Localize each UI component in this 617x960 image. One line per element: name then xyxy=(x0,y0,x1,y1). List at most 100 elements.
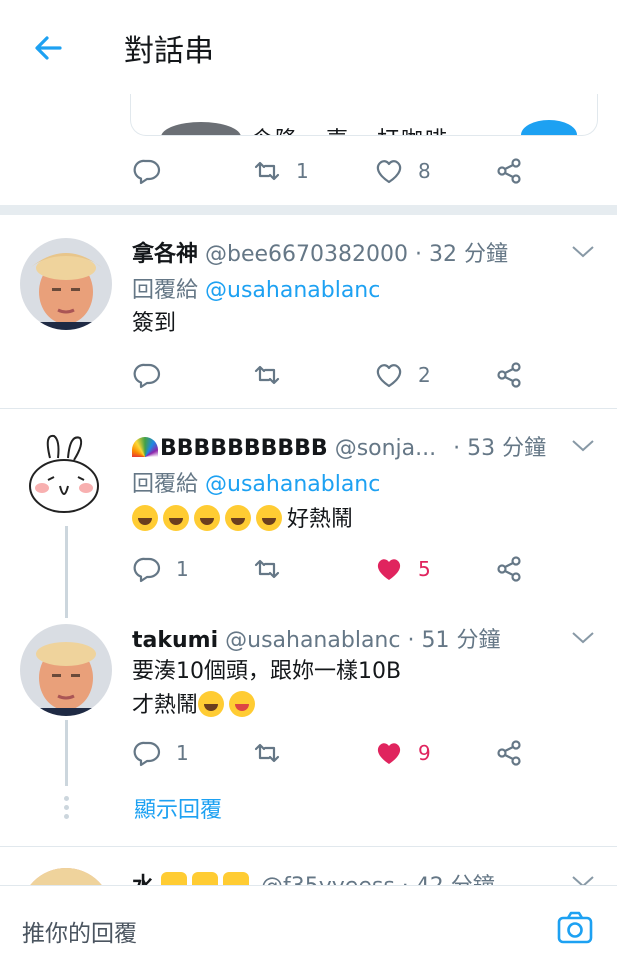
reply-button[interactable] xyxy=(132,358,162,392)
reply-button[interactable] xyxy=(132,154,162,188)
heart-icon xyxy=(376,160,402,184)
share-icon xyxy=(497,740,521,766)
share-icon xyxy=(497,362,521,388)
avatar-image xyxy=(20,238,112,330)
tweet-header: BBBBBBBBBB @sonja... · 53 分鐘 xyxy=(132,430,546,462)
like-button[interactable]: 9 xyxy=(374,736,431,770)
share-button[interactable] xyxy=(494,358,524,392)
tweet-text-line1: 要湊10個頭，跟妳一樣10B xyxy=(132,659,402,684)
tweet-body-line2: 才熱鬧 xyxy=(132,688,260,724)
reply-icon xyxy=(133,363,161,389)
reply-mention-link[interactable]: @usahanablanc xyxy=(205,278,380,303)
reply-button[interactable]: 1 xyxy=(132,552,189,586)
reply-context: 回覆給 @usahanablanc xyxy=(132,272,380,304)
tweet-actions: 1 8 xyxy=(132,154,532,188)
reply-mention-link[interactable]: @usahanablanc xyxy=(205,472,380,497)
tweet-text: 簽到 xyxy=(132,311,177,336)
display-name[interactable]: takumi xyxy=(132,628,218,653)
user-handle[interactable]: @bee6670382000 xyxy=(205,242,408,267)
user-handle[interactable]: @sonja... xyxy=(335,436,436,461)
retweet-button[interactable] xyxy=(252,552,282,586)
reply-count: 1 xyxy=(176,557,189,581)
timestamp: · 32 分鐘 xyxy=(415,242,509,267)
chevron-down-icon[interactable] xyxy=(570,242,596,260)
arrow-left-icon[interactable] xyxy=(30,30,66,66)
avatar xyxy=(521,120,577,135)
reply-icon xyxy=(133,159,161,185)
tweet-actions: 1 9 xyxy=(132,736,532,770)
retweet-icon xyxy=(254,743,280,763)
tweet-partial: 水 @f35yyeess · 42 分鐘 xyxy=(0,848,617,888)
thread-connector xyxy=(65,526,68,618)
heart-icon xyxy=(376,364,402,388)
heart-filled-icon xyxy=(377,559,401,580)
avatar[interactable] xyxy=(20,430,112,522)
timestamp: · 51 分鐘 xyxy=(407,628,501,653)
thread-connector xyxy=(65,720,68,786)
tweet-divider xyxy=(0,846,617,847)
laughing-emoji-icon xyxy=(225,505,251,531)
retweet-count: 1 xyxy=(296,159,309,183)
avatar-image xyxy=(20,624,112,716)
display-name[interactable]: BBBBBBBBBB xyxy=(132,436,328,461)
share-button[interactable] xyxy=(494,736,524,770)
retweet-button[interactable] xyxy=(252,736,282,770)
retweet-button[interactable] xyxy=(252,358,282,392)
share-button[interactable] xyxy=(494,154,524,188)
show-replies-link[interactable]: 顯示回覆 xyxy=(134,792,222,824)
reply-context: 回覆給 @usahanablanc xyxy=(132,466,380,498)
tweet-actions: 2 xyxy=(132,358,532,392)
user-handle[interactable]: @usahanablanc xyxy=(225,628,400,653)
tweet-body: 好熱鬧 xyxy=(132,502,353,538)
like-count: 2 xyxy=(418,363,431,387)
retweet-icon xyxy=(254,161,280,181)
top-bar: 對話串 xyxy=(0,0,617,94)
tweet-actions: 1 5 xyxy=(132,552,532,586)
reply-icon xyxy=(133,741,161,767)
reply-prefix: 回覆給 xyxy=(132,472,199,497)
like-count: 5 xyxy=(418,557,431,581)
retweet-button[interactable]: 1 xyxy=(252,154,309,188)
display-name[interactable]: 拿各神 xyxy=(132,242,198,267)
chevron-down-icon[interactable] xyxy=(570,628,596,646)
bunny-avatar-image xyxy=(20,430,112,522)
chevron-down-icon[interactable] xyxy=(570,436,596,454)
avatar xyxy=(161,122,241,135)
tongue-emoji-icon xyxy=(229,691,256,717)
thread-more-dots xyxy=(64,796,69,823)
avatar[interactable] xyxy=(20,624,112,716)
page-title: 對話串 xyxy=(124,34,214,69)
display-name-text: BBBBBBBBBB xyxy=(160,436,328,461)
retweet-icon xyxy=(254,559,280,579)
reply-icon xyxy=(133,557,161,583)
like-button[interactable]: 8 xyxy=(374,154,431,188)
like-count: 8 xyxy=(418,159,431,183)
share-icon xyxy=(497,556,521,582)
laughing-emoji-icon xyxy=(132,505,158,531)
tweet-text-line2: 才熱鬧 xyxy=(132,693,199,718)
like-count: 9 xyxy=(418,741,431,765)
laughing-emoji-icon xyxy=(256,505,282,531)
reply-input-placeholder[interactable]: 推你的回覆 xyxy=(22,914,137,948)
share-button[interactable] xyxy=(494,552,524,586)
like-button[interactable]: 2 xyxy=(374,358,431,392)
laughing-emoji-icon xyxy=(194,505,220,531)
share-icon xyxy=(497,158,521,184)
laughing-emoji-icon xyxy=(163,505,189,531)
camera-icon[interactable] xyxy=(556,910,594,946)
section-divider xyxy=(0,205,617,215)
tweet-text: 好熱鬧 xyxy=(287,507,354,532)
tweet-divider xyxy=(0,408,617,409)
tweet-header: takumi @usahanablanc · 51 分鐘 xyxy=(132,622,500,654)
reply-composer[interactable]: 推你的回覆 xyxy=(0,885,617,960)
avatar[interactable] xyxy=(20,238,112,330)
reply-prefix: 回覆給 xyxy=(132,278,199,303)
reply-button[interactable]: 1 xyxy=(132,736,189,770)
retweet-icon xyxy=(254,365,280,385)
timestamp: · 53 分鐘 xyxy=(453,436,547,461)
tweet-header: 拿各神 @bee6670382000 · 32 分鐘 xyxy=(132,236,508,268)
reply-count: 1 xyxy=(176,741,189,765)
heart-filled-icon xyxy=(377,743,401,764)
like-button[interactable]: 5 xyxy=(374,552,431,586)
quoted-tweet-text: 令隆 · 壺 · 打咖啡 xyxy=(251,122,449,135)
